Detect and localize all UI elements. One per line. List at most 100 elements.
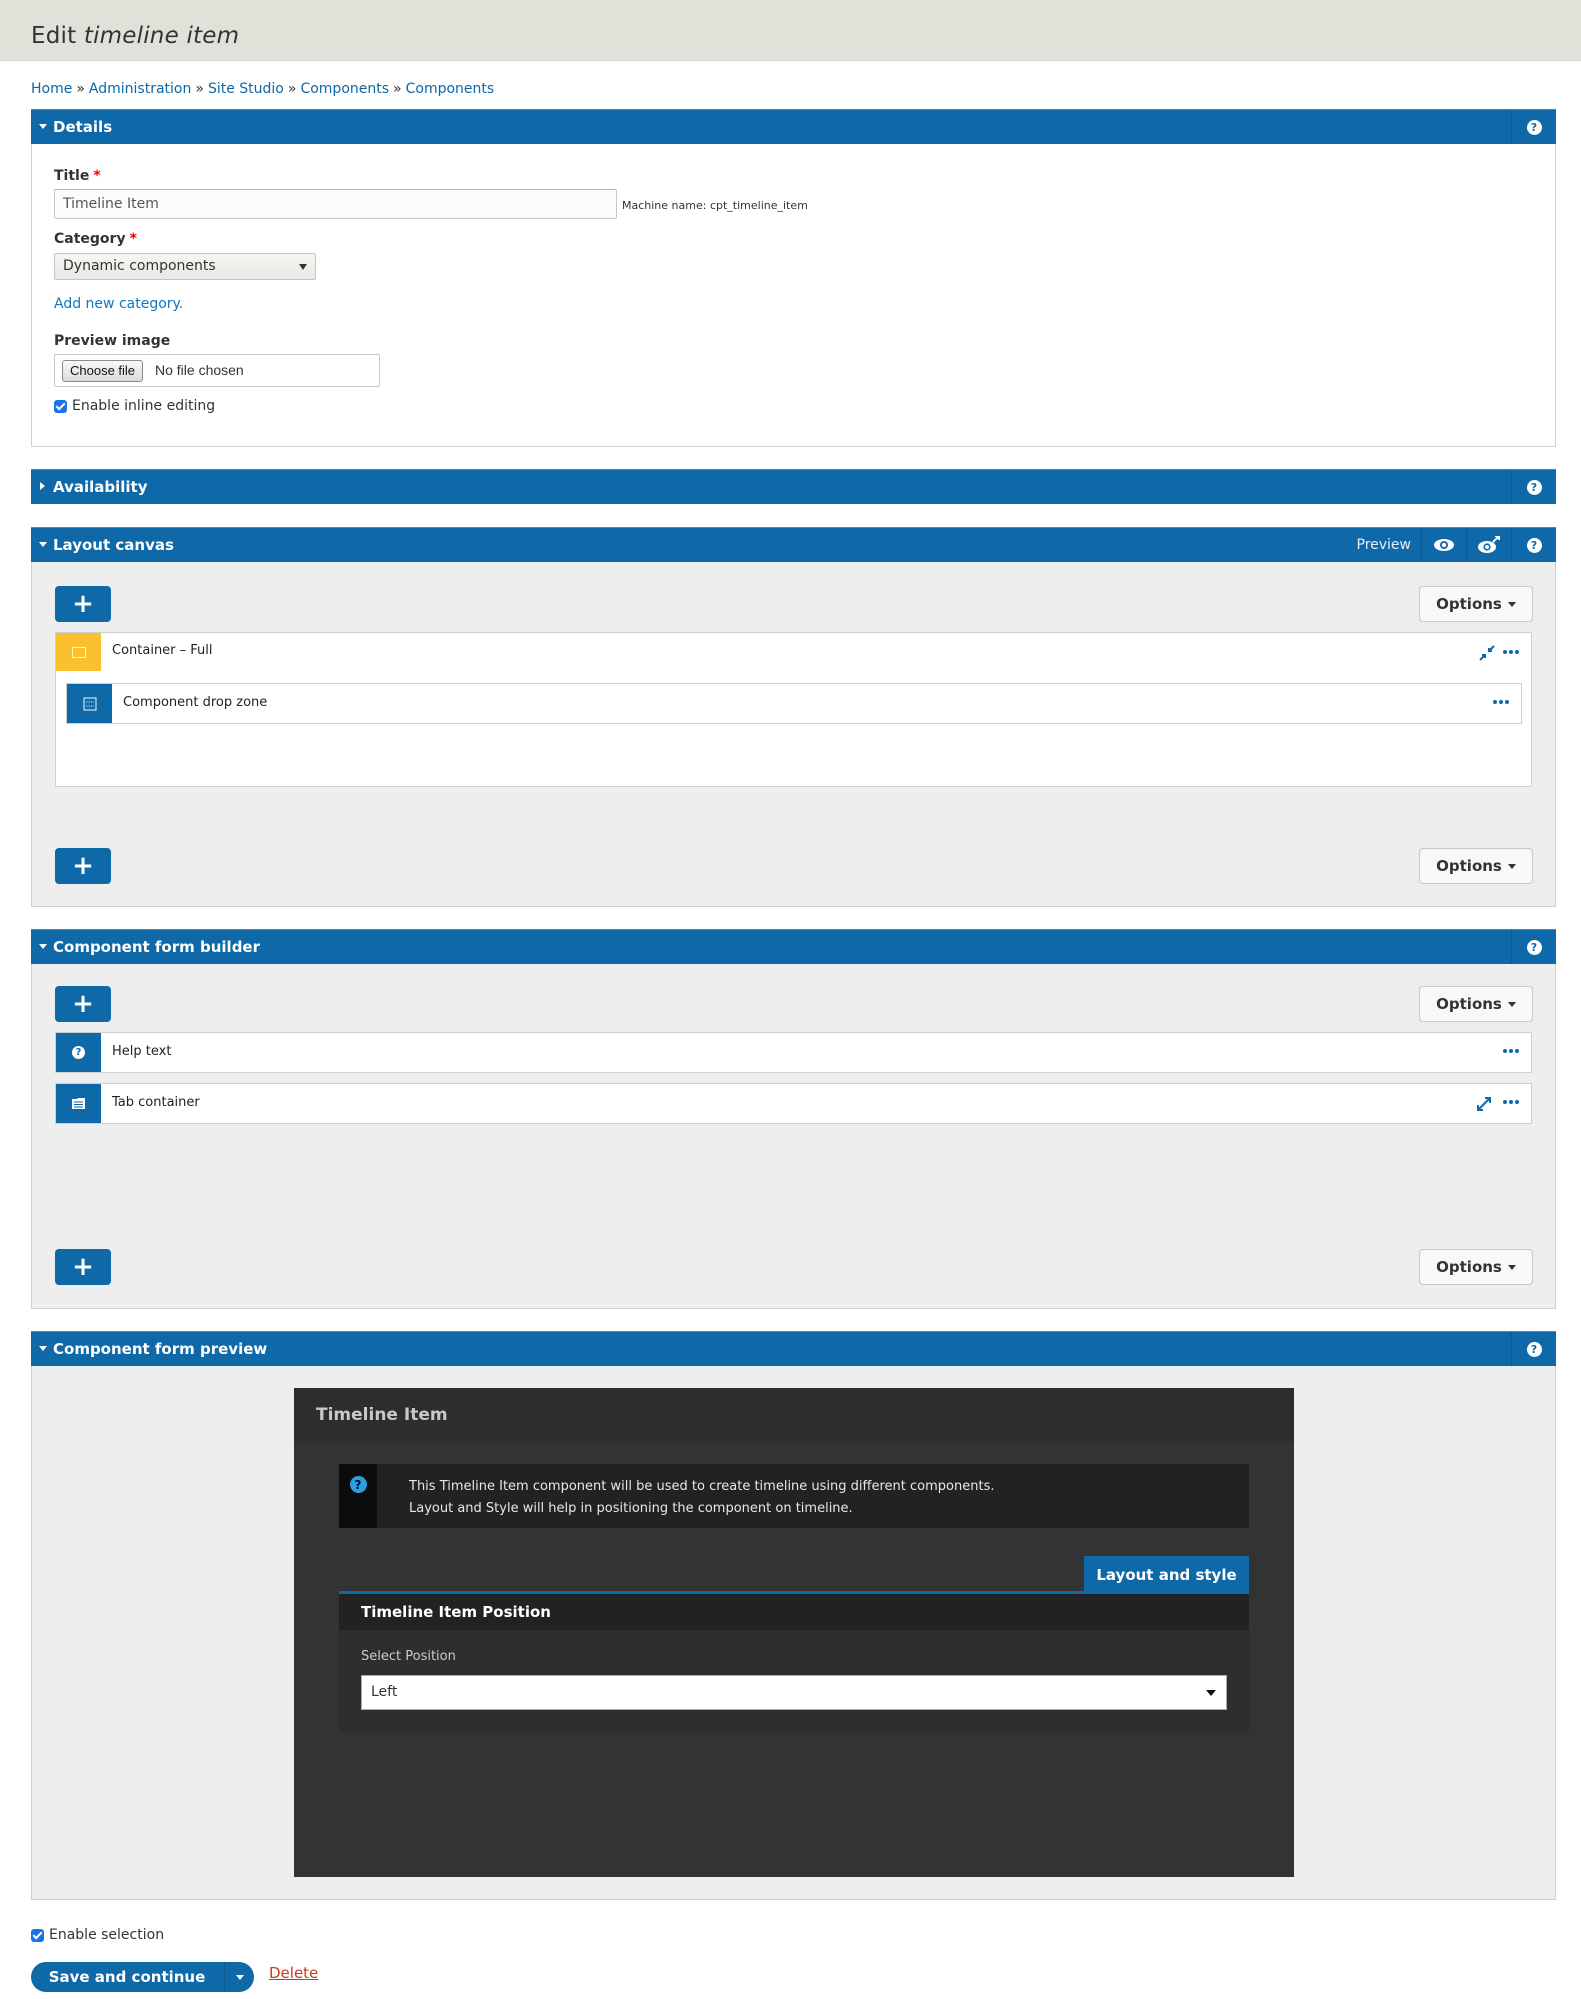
tab-container-icon: [72, 1098, 85, 1109]
dot: [1505, 700, 1509, 704]
caret-down-icon: [39, 944, 47, 949]
select-position-value: Left: [371, 1684, 398, 1700]
save-dropdown-toggle[interactable]: [224, 1962, 254, 1992]
save-and-continue-button[interactable]: Save and continue: [31, 1962, 223, 1992]
category-select-value: Dynamic components: [63, 258, 216, 274]
form-preview-panel-title: Timeline Item: [316, 1405, 448, 1425]
availability-help-button[interactable]: ?: [1511, 470, 1556, 504]
dot: [1493, 700, 1497, 704]
preview-label: Preview: [1356, 537, 1412, 553]
layout-canvas-help-button[interactable]: ?: [1511, 528, 1556, 562]
file-status: No file chosen: [155, 362, 244, 378]
preview-image-input[interactable]: Choose file No file chosen: [54, 354, 380, 387]
tab-container-icon-wrap: [56, 1084, 101, 1123]
eye-external-icon: [1478, 536, 1500, 553]
container-element[interactable]: Container – Full Component drop zone: [55, 632, 1532, 787]
caret-down-icon: [1507, 1264, 1516, 1270]
tab-layout-and-style[interactable]: Layout and style: [1084, 1556, 1249, 1594]
position-group-title: Timeline Item Position: [361, 1603, 551, 1621]
availability-header[interactable]: Availability ?: [31, 469, 1556, 504]
help-text-element[interactable]: ? Help text: [55, 1032, 1532, 1073]
options-button-bottom[interactable]: Options: [1419, 848, 1533, 884]
help-text-content: This Timeline Item component will be use…: [409, 1476, 994, 1520]
dot: [1509, 1100, 1513, 1104]
details-heading: Details: [53, 118, 113, 136]
container-more-button[interactable]: [1503, 650, 1519, 654]
eye-icon: [1434, 539, 1454, 551]
question-circle-icon: ?: [72, 1046, 85, 1059]
breadcrumb-components-2[interactable]: Components: [406, 81, 495, 97]
preview-new-window-button[interactable]: [1466, 528, 1511, 562]
required-mark: *: [129, 231, 137, 247]
breadcrumb-home[interactable]: Home: [31, 81, 72, 97]
chevron-down-icon: [1206, 1690, 1216, 1696]
page-title: Edit timeline item: [31, 23, 239, 49]
enable-selection-checkbox[interactable]: [31, 1929, 44, 1942]
help-text-icon-wrap: ?: [56, 1033, 101, 1072]
form-preview-help-button[interactable]: ?: [1511, 1332, 1556, 1366]
drop-zone-icon: [82, 696, 97, 711]
question-circle-icon: ?: [349, 1476, 367, 1493]
breadcrumb-separator: »: [195, 81, 204, 97]
breadcrumb: Home» Administration» Site Studio» Componen…: [31, 81, 494, 97]
tab-container-more-button[interactable]: [1503, 1100, 1519, 1104]
add-category-link[interactable]: Add new category.: [54, 296, 183, 312]
form-options-button-bottom[interactable]: Options: [1419, 1249, 1533, 1285]
collapse-icon[interactable]: [1479, 645, 1495, 661]
inline-editing-checkbox[interactable]: [54, 400, 67, 413]
question-circle-icon: ?: [1526, 1341, 1542, 1357]
question-circle-icon: ?: [1526, 939, 1542, 955]
preview-button[interactable]: [1421, 528, 1466, 562]
help-text-box: ? This Timeline Item component will be u…: [339, 1464, 1249, 1528]
title-label: Title *: [54, 168, 101, 184]
dot: [1515, 650, 1519, 654]
options-label: Options: [1436, 857, 1502, 875]
options-button-top[interactable]: Options: [1419, 586, 1533, 622]
layout-canvas-body: + Options Container – Full Component dro…: [31, 562, 1556, 907]
category-select[interactable]: Dynamic components: [54, 253, 316, 280]
form-options-button-top[interactable]: Options: [1419, 986, 1533, 1022]
dot: [1509, 650, 1513, 654]
help-text-more-button[interactable]: [1503, 1049, 1519, 1053]
form-builder-header[interactable]: Component form builder ?: [31, 929, 1556, 964]
drop-zone-element[interactable]: Component drop zone: [66, 683, 1522, 724]
title-input[interactable]: Timeline Item: [54, 189, 617, 219]
select-position-label: Select Position: [361, 1649, 456, 1664]
caret-down-icon: [1507, 1001, 1516, 1007]
details-help-button[interactable]: ?: [1511, 110, 1556, 144]
drop-zone-label: Component drop zone: [123, 695, 268, 710]
add-field-button-top[interactable]: +: [55, 986, 111, 1022]
save-button-group: Save and continue: [31, 1962, 254, 1992]
form-builder-help-button[interactable]: ?: [1511, 930, 1556, 964]
help-text-line-1: This Timeline Item component will be use…: [409, 1479, 995, 1494]
dot: [1515, 1049, 1519, 1053]
add-element-button-bottom[interactable]: +: [55, 848, 111, 884]
breadcrumb-components[interactable]: Components: [300, 81, 389, 97]
position-group-header: Timeline Item Position: [339, 1594, 1249, 1630]
add-field-button-bottom[interactable]: +: [55, 1249, 111, 1285]
container-label: Container – Full: [112, 643, 213, 658]
choose-file-button[interactable]: Choose file: [62, 360, 144, 382]
select-position-dropdown[interactable]: Left: [361, 1675, 1227, 1710]
tab-container-element[interactable]: Tab container: [55, 1083, 1532, 1124]
layout-canvas-header[interactable]: Layout canvas Preview ?: [31, 527, 1556, 562]
form-preview-header[interactable]: Component form preview ?: [31, 1331, 1556, 1366]
details-body: Title * Timeline Item Machine name: cpt_t…: [31, 144, 1556, 447]
add-element-button-top[interactable]: +: [55, 586, 111, 622]
position-group-body: Select Position Left: [339, 1630, 1249, 1733]
breadcrumb-administration[interactable]: Administration: [89, 81, 191, 97]
delete-link[interactable]: Delete: [269, 1964, 318, 1982]
enable-selection-label: Enable selection: [49, 1927, 165, 1943]
details-header[interactable]: Details ?: [31, 109, 1556, 144]
dot: [1503, 650, 1507, 654]
breadcrumb-site-studio[interactable]: Site Studio: [208, 81, 284, 97]
caret-down-icon: [1507, 601, 1516, 607]
page-title-entity: timeline item: [83, 23, 240, 49]
layout-canvas-heading: Layout canvas: [53, 536, 174, 554]
page-header: Edit timeline item: [0, 0, 1581, 61]
category-label-text: Category: [54, 231, 126, 247]
drop-zone-more-button[interactable]: [1493, 700, 1509, 704]
options-label: Options: [1436, 995, 1502, 1013]
form-preview-panel-header: Timeline Item: [294, 1388, 1294, 1443]
expand-icon[interactable]: [1476, 1096, 1492, 1112]
